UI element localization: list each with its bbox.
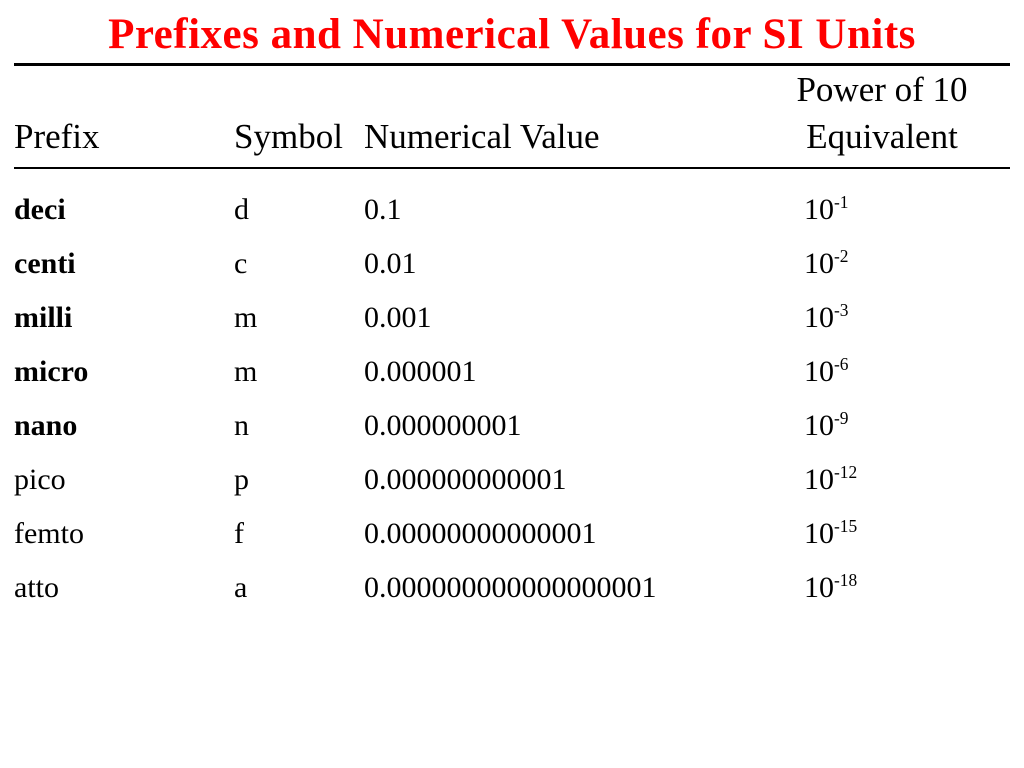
table-row: nanon0.00000000110-9 (14, 399, 1010, 453)
cell-power: 10-6 (804, 345, 1010, 399)
si-prefix-table: decid0.110-1centic0.0110-2millim0.00110-… (14, 183, 1010, 615)
cell-symbol: p (234, 453, 364, 507)
cell-numerical: 0.000000000001 (364, 453, 804, 507)
power-base: 10 (804, 463, 834, 496)
header-rule (14, 167, 1010, 169)
cell-power: 10-9 (804, 399, 1010, 453)
cell-numerical: 0.000000001 (364, 399, 804, 453)
table-row: decid0.110-1 (14, 183, 1010, 237)
cell-prefix: micro (14, 345, 234, 399)
power-base: 10 (804, 355, 834, 388)
cell-numerical: 0.000001 (364, 345, 804, 399)
power-exponent: -15 (834, 516, 857, 536)
page-title: Prefixes and Numerical Values for SI Uni… (14, 10, 1010, 59)
cell-power: 10-3 (804, 291, 1010, 345)
power-base: 10 (804, 301, 834, 334)
cell-symbol: d (234, 183, 364, 237)
power-exponent: -1 (834, 192, 849, 212)
header-power-line2: Equivalent (744, 113, 1010, 160)
cell-prefix: nano (14, 399, 234, 453)
cell-numerical: 0.1 (364, 183, 804, 237)
table-row: millim0.00110-3 (14, 291, 1010, 345)
cell-symbol: a (234, 561, 364, 615)
table-row: femtof0.0000000000000110-15 (14, 507, 1010, 561)
power-base: 10 (804, 571, 834, 604)
cell-prefix: centi (14, 237, 234, 291)
cell-power: 10-1 (804, 183, 1010, 237)
header-prefix: Prefix (14, 113, 234, 160)
cell-prefix: deci (14, 183, 234, 237)
power-base: 10 (804, 517, 834, 550)
power-exponent: -12 (834, 462, 857, 482)
power-base: 10 (804, 193, 834, 226)
table-row: centic0.0110-2 (14, 237, 1010, 291)
cell-symbol: n (234, 399, 364, 453)
header-numerical: Numerical Value (364, 113, 744, 160)
table-row: attoa0.00000000000000000110-18 (14, 561, 1010, 615)
power-base: 10 (804, 247, 834, 280)
cell-power: 10-12 (804, 453, 1010, 507)
power-base: 10 (804, 409, 834, 442)
power-exponent: -18 (834, 570, 857, 590)
table-row: microm0.00000110-6 (14, 345, 1010, 399)
cell-power: 10-2 (804, 237, 1010, 291)
cell-numerical: 0.001 (364, 291, 804, 345)
cell-numerical: 0.000000000000000001 (364, 561, 804, 615)
cell-symbol: m (234, 291, 364, 345)
cell-numerical: 0.00000000000001 (364, 507, 804, 561)
cell-prefix: femto (14, 507, 234, 561)
cell-power: 10-18 (804, 561, 1010, 615)
cell-numerical: 0.01 (364, 237, 804, 291)
header-power-line1: Power of 10 (744, 66, 1010, 113)
cell-symbol: f (234, 507, 364, 561)
power-exponent: -6 (834, 354, 849, 374)
cell-prefix: milli (14, 291, 234, 345)
cell-symbol: c (234, 237, 364, 291)
cell-power: 10-15 (804, 507, 1010, 561)
cell-symbol: m (234, 345, 364, 399)
table-row: picop0.00000000000110-12 (14, 453, 1010, 507)
power-exponent: -9 (834, 408, 849, 428)
cell-prefix: pico (14, 453, 234, 507)
cell-prefix: atto (14, 561, 234, 615)
power-exponent: -3 (834, 300, 849, 320)
header-symbol: Symbol (234, 113, 364, 160)
power-exponent: -2 (834, 246, 849, 266)
table-header: Power of 10 Prefix Symbol Numerical Valu… (14, 66, 1010, 161)
